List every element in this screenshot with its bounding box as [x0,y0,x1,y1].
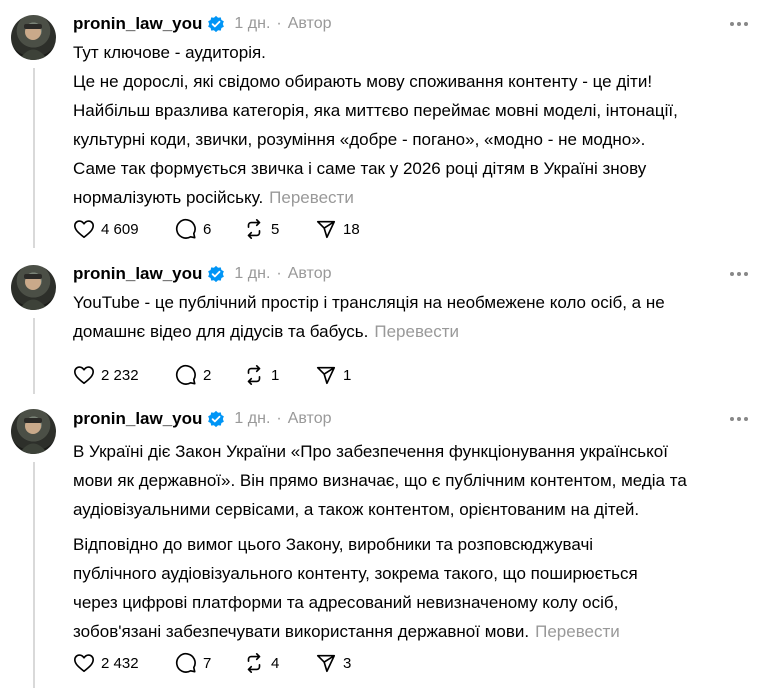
send-icon [316,654,336,673]
action-bar: 2 432 7 4 3 [73,651,371,675]
text-line: зобов'язані забезпечувати використання д… [73,622,530,641]
repost-count: 4 [271,654,280,672]
author-label: Автор [287,265,332,282]
repost-icon [247,365,261,385]
share-count: 3 [343,654,352,672]
more-icon [730,272,748,276]
username[interactable]: pronin_law_you [73,264,202,284]
text-line: В Україні діє Закон України «Про забезпе… [73,442,668,461]
translate-link[interactable]: Перевести [535,622,620,641]
comment-count: 7 [203,654,212,672]
separator: · [276,15,282,32]
text-line: нормалізують російську. [73,188,264,207]
comment-icon [175,652,196,673]
comment-count: 2 [203,366,212,384]
timestamp[interactable]: 1 дн. [234,265,270,283]
comment-icon [175,364,196,385]
share-button[interactable]: 18 [315,218,360,240]
action-bar: 2 232 2 1 1 [73,363,371,387]
share-count: 18 [343,220,360,238]
like-button[interactable]: 2 232 [73,364,155,386]
text-line: аудіовізуальними сервісами, а також конт… [73,500,640,519]
like-button[interactable]: 2 432 [73,652,155,674]
comment-icon [175,218,196,239]
text-line: мови як державної». Він прямо визначає, … [73,471,687,490]
text-line: через цифрові платформи та адресований н… [73,593,619,612]
thread-line [33,462,35,688]
text-line: YouTube - це публічний простір і трансля… [73,293,665,312]
separator: · [276,265,282,282]
thread-line [33,318,35,394]
comment-button[interactable]: 6 [175,218,223,240]
heart-icon [74,220,94,239]
comment-button[interactable]: 7 [175,652,223,674]
post-header: pronin_law_you 1 дн. · Автор [73,13,331,35]
more-icon [730,417,748,421]
text-line: культурні коди, звички, розуміння «добре… [73,130,646,149]
author-label: Автор [287,410,332,427]
translate-link[interactable]: Перевести [269,188,354,207]
repost-count: 5 [271,220,280,238]
thread-line [33,68,35,248]
text-line: публічного аудіовізуального контенту, зо… [73,564,638,583]
more-options-button[interactable] [728,13,750,35]
repost-icon [247,653,261,673]
share-count: 1 [343,366,352,384]
text-line: Це не дорослі, які свідомо обирають мову… [73,72,653,91]
username[interactable]: pronin_law_you [73,409,202,429]
repost-button[interactable]: 1 [243,364,295,386]
comment-button[interactable]: 2 [175,364,223,386]
post-text: В Україні діє Закон України «Про забезпе… [73,437,753,524]
avatar[interactable] [11,265,56,310]
post-text: Відповідно до вимог цього Закону, виробн… [73,530,753,646]
verified-badge-icon [208,265,225,283]
action-bar: 4 609 6 5 18 [73,217,380,241]
repost-icon [247,219,261,239]
text-line: Саме так формується звичка і саме так у … [73,159,647,178]
more-options-button[interactable] [728,263,750,285]
share-button[interactable]: 3 [315,652,351,674]
verified-badge-icon [208,15,225,33]
like-count: 4 609 [101,220,139,238]
text-line: домашнє відео для дідусів та бабусь. [73,322,369,341]
send-icon [316,366,336,385]
more-icon [730,22,748,26]
translate-link[interactable]: Перевести [374,322,459,341]
post-text: Тут ключове - аудиторія. Це не дорослі, … [73,38,753,212]
username[interactable]: pronin_law_you [73,14,202,34]
post-header: pronin_law_you 1 дн. · Автор [73,408,331,430]
text-line: Тут ключове - аудиторія. [73,43,266,62]
repost-count: 1 [271,366,280,384]
timestamp[interactable]: 1 дн. [234,15,270,33]
author-label: Автор [287,15,332,32]
separator: · [276,410,282,427]
verified-badge-icon [208,410,225,428]
heart-icon [74,654,94,673]
heart-icon [74,366,94,385]
like-count: 2 432 [101,654,139,672]
text-line: Відповідно до вимог цього Закону, виробн… [73,535,594,554]
more-options-button[interactable] [728,408,750,430]
timestamp[interactable]: 1 дн. [234,410,270,428]
avatar[interactable] [11,409,56,454]
repost-button[interactable]: 5 [243,218,295,240]
send-icon [316,220,336,239]
comment-count: 6 [203,220,212,238]
avatar[interactable] [11,15,56,60]
repost-button[interactable]: 4 [243,652,295,674]
post-text: YouTube - це публічний простір і трансля… [73,288,753,346]
text-line: Найбільш вразлива категорія, яка миттєво… [73,101,678,120]
like-count: 2 232 [101,366,139,384]
share-button[interactable]: 1 [315,364,351,386]
like-button[interactable]: 4 609 [73,218,155,240]
post-header: pronin_law_you 1 дн. · Автор [73,263,331,285]
